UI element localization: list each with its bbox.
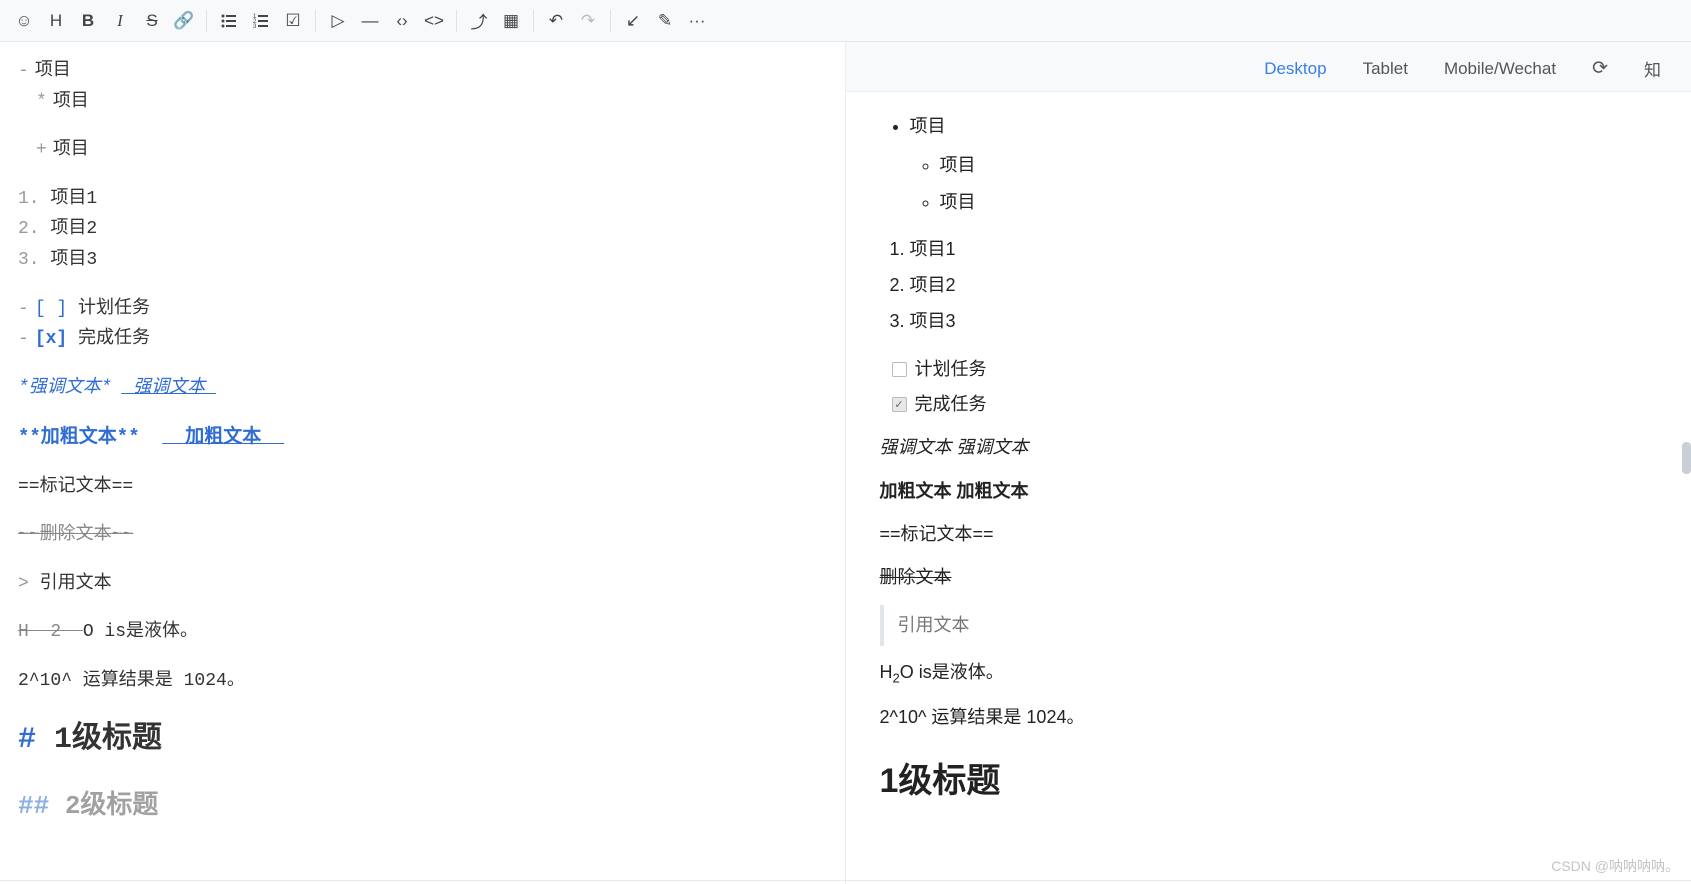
editor-ol-item: 项目3 (50, 250, 97, 270)
scrollbar-thumb[interactable] (1682, 442, 1691, 474)
table-icon[interactable]: ▦ (497, 7, 525, 35)
emoji-icon[interactable]: ☺ (10, 7, 38, 35)
editor-mark-src: ==标记文本== (18, 472, 827, 503)
tab-mobile[interactable]: Mobile/Wechat (1442, 55, 1558, 83)
unordered-list-icon[interactable] (215, 7, 243, 35)
task-marker-unchecked: [ ] (35, 299, 67, 319)
preview-bullet: 项目 项目 项目 (910, 110, 1664, 219)
checkbox-unchecked-icon[interactable] (892, 362, 907, 377)
preview-pane: Desktop Tablet Mobile/Wechat ⟳ 知 项目 项目 项… (846, 42, 1691, 884)
task-label: 计划任务 (915, 353, 987, 386)
preview-h1: 1级标题 (880, 750, 1664, 813)
editor-h2: 2级标题 (65, 791, 159, 821)
editor-bold-src: **加粗文本** (18, 426, 140, 448)
svg-text:3: 3 (253, 24, 257, 30)
markdown-editor-pane[interactable]: -项目 *项目 +项目 1. 项目1 2. 项目2 3. 项目3 -[ ] 计划… (0, 42, 846, 884)
editor-quote-src: 引用文本 (40, 574, 112, 594)
task-label: 完成任务 (915, 388, 987, 421)
task-marker-checked: [x] (35, 329, 67, 349)
editor-toolbar: ☺ H B I S 🔗 123 ☑ ▷ — ‹› <> ⤴ ▦ ↶ ↷ ↙ ✎ … (0, 0, 1691, 42)
undo-icon[interactable]: ↶ (542, 7, 570, 35)
tab-desktop[interactable]: Desktop (1262, 55, 1328, 83)
ordered-list-icon[interactable]: 123 (247, 7, 275, 35)
heading-button[interactable]: H (42, 7, 70, 35)
divider (533, 10, 534, 32)
exit-fullscreen-icon[interactable]: ↙ (619, 7, 647, 35)
preview-bullet-sub: 项目 (940, 149, 1664, 182)
editor-bullet-sub: 项目 (53, 140, 89, 160)
preview-device-tabs: Desktop Tablet Mobile/Wechat ⟳ 知 (846, 42, 1691, 92)
tab-tablet[interactable]: Tablet (1361, 55, 1410, 83)
bold-button[interactable]: B (74, 7, 102, 35)
zhi-button[interactable]: 知 (1642, 52, 1663, 85)
refresh-icon[interactable]: ⟳ (1590, 53, 1610, 84)
editor-ol-item: 项目1 (50, 189, 97, 209)
task-item-unchecked: 计划任务 (892, 353, 1664, 386)
preview-del: 删除文本 (880, 567, 952, 587)
italic-button[interactable]: I (106, 7, 134, 35)
watermark: CSDN @呐呐呐呐。 (1551, 856, 1679, 876)
preview-h2o: H2O is是液体。 (880, 656, 1664, 691)
preview-content: 项目 项目 项目 项目1 项目2 项目3 计划任务 (846, 92, 1691, 884)
hash-marker: # (18, 723, 54, 757)
editor-power-src: 2^10^ 运算结果是 1024。 (18, 666, 827, 697)
preview-ol-item: 项目1 (910, 233, 1664, 266)
editor-bold-src: __加粗文本__ (162, 426, 284, 448)
horizontal-rule-icon[interactable]: — (356, 7, 384, 35)
preview-mark: ==标记文本== (880, 518, 1664, 551)
editor-h1: 1级标题 (54, 723, 162, 757)
preview-bullet-sub: 项目 (940, 186, 1664, 219)
preview-bold: 加粗文本 加粗文本 (880, 481, 1029, 501)
checkbox-checked-icon[interactable]: ✓ (892, 397, 907, 412)
divider (206, 10, 207, 32)
divider (315, 10, 316, 32)
task-item-checked: ✓ 完成任务 (892, 388, 1664, 421)
more-icon[interactable]: ··· (683, 7, 711, 35)
strike-button[interactable]: S (138, 7, 166, 35)
upload-icon[interactable]: ⤴ (465, 7, 493, 35)
code-block-icon[interactable]: <> (420, 7, 448, 35)
editor-em-src: *强调文本* (18, 378, 112, 398)
preview-ol-item: 项目3 (910, 305, 1664, 338)
preview-power: 2^10^ 运算结果是 1024。 (880, 701, 1664, 734)
editor-em-src: _强调文本_ (122, 378, 216, 398)
preview-ol-item: 项目2 (910, 269, 1664, 302)
footer-bar (0, 880, 1691, 884)
preview-blockquote: 引用文本 (880, 605, 1664, 646)
editor-task: 计划任务 (78, 299, 150, 319)
editor-bullet-sub: 项目 (53, 92, 89, 112)
inline-code-icon[interactable]: ‹› (388, 7, 416, 35)
link-icon[interactable]: 🔗 (170, 7, 198, 35)
checklist-icon[interactable]: ☑ (279, 7, 307, 35)
preview-em: 强调文本 强调文本 (880, 437, 1029, 457)
redo-icon[interactable]: ↷ (574, 7, 602, 35)
divider (610, 10, 611, 32)
editor-task: 完成任务 (78, 329, 150, 349)
editor-bullet: 项目 (35, 61, 71, 81)
paragraph-icon[interactable]: ▷ (324, 7, 352, 35)
editor-ol-item: 项目2 (50, 219, 97, 239)
edit-mode-icon[interactable]: ✎ (651, 7, 679, 35)
editor-del-src: ~~删除文本~~ (18, 525, 133, 545)
divider (456, 10, 457, 32)
